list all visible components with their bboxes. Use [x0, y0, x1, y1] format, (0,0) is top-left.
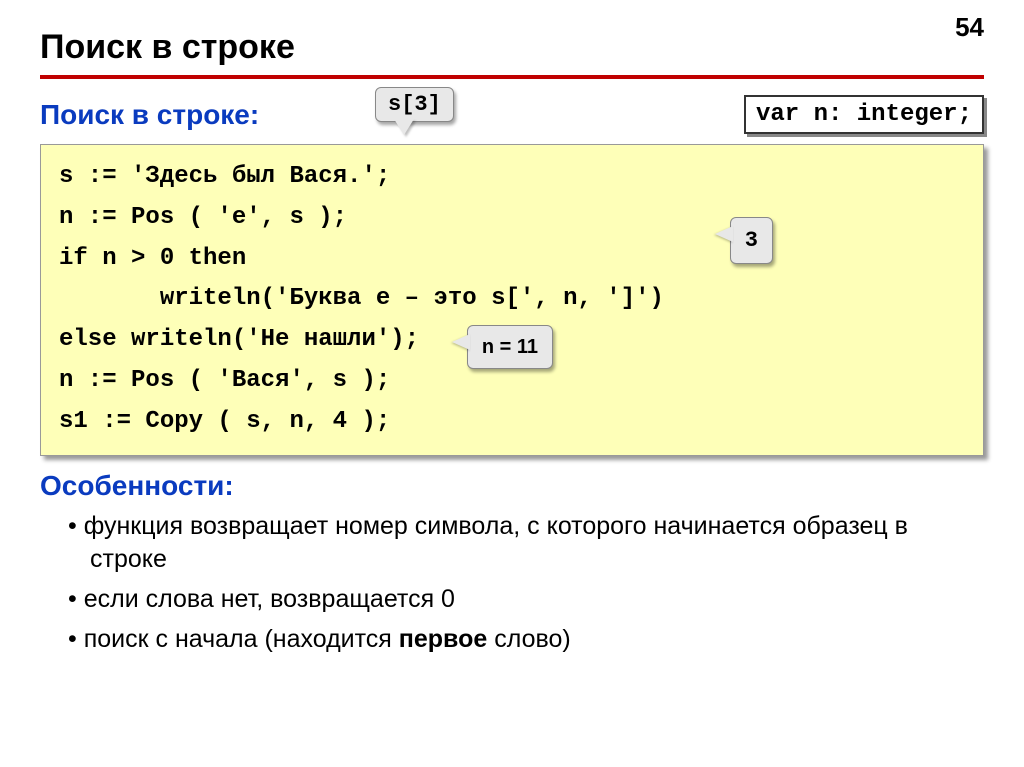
var-declaration-box: var n: integer; [744, 95, 984, 134]
section-row: Поиск в строке: s[3] var n: integer; [40, 95, 984, 134]
callout-3-text: 3 [745, 228, 758, 253]
code-line-3: if n > 0 then [59, 239, 965, 280]
code-line-4: writeln('Буква е – это s[', n, ']') [59, 279, 965, 320]
code-line-7: s1 := Copy ( s, n, 4 ); [59, 402, 965, 443]
callout-result-3: 3 [730, 217, 773, 264]
callout-s3-text: s[3] [388, 92, 441, 117]
code-line-1: s := 'Здесь был Вася.'; [59, 157, 965, 198]
callout-n11-tail-icon [452, 334, 470, 350]
callout-n11-text: n = 11 [482, 336, 538, 358]
page-number: 54 [955, 12, 984, 43]
list-item: функция возвращает номер символа, с кото… [68, 510, 984, 578]
callout-s3-tail-icon [394, 119, 414, 135]
list-item: поиск с начала (находится первое слово) [68, 623, 984, 657]
callout-n-equals-11: n = 11 [467, 325, 553, 369]
slide-container: 54 Поиск в строке Поиск в строке: s[3] v… [0, 0, 1024, 683]
features-list: функция возвращает номер символа, с кото… [68, 510, 984, 657]
callout-s3: s[3] [375, 87, 454, 122]
b3-bold: первое [399, 625, 488, 653]
code-block: s := 'Здесь был Вася.'; n := Pos ( 'е', … [40, 144, 984, 456]
b3-pre: поиск с начала (находится [84, 625, 399, 653]
section-header-search: Поиск в строке: [40, 99, 259, 131]
b3-post: слово) [487, 625, 570, 653]
list-item: если слова нет, возвращается 0 [68, 583, 984, 617]
title-rule [40, 75, 984, 79]
section-header-features: Особенности: [40, 470, 984, 502]
callout-3-tail-icon [715, 226, 733, 242]
code-line-2: n := Pos ( 'е', s ); [59, 198, 965, 239]
slide-title: Поиск в строке [40, 28, 984, 67]
